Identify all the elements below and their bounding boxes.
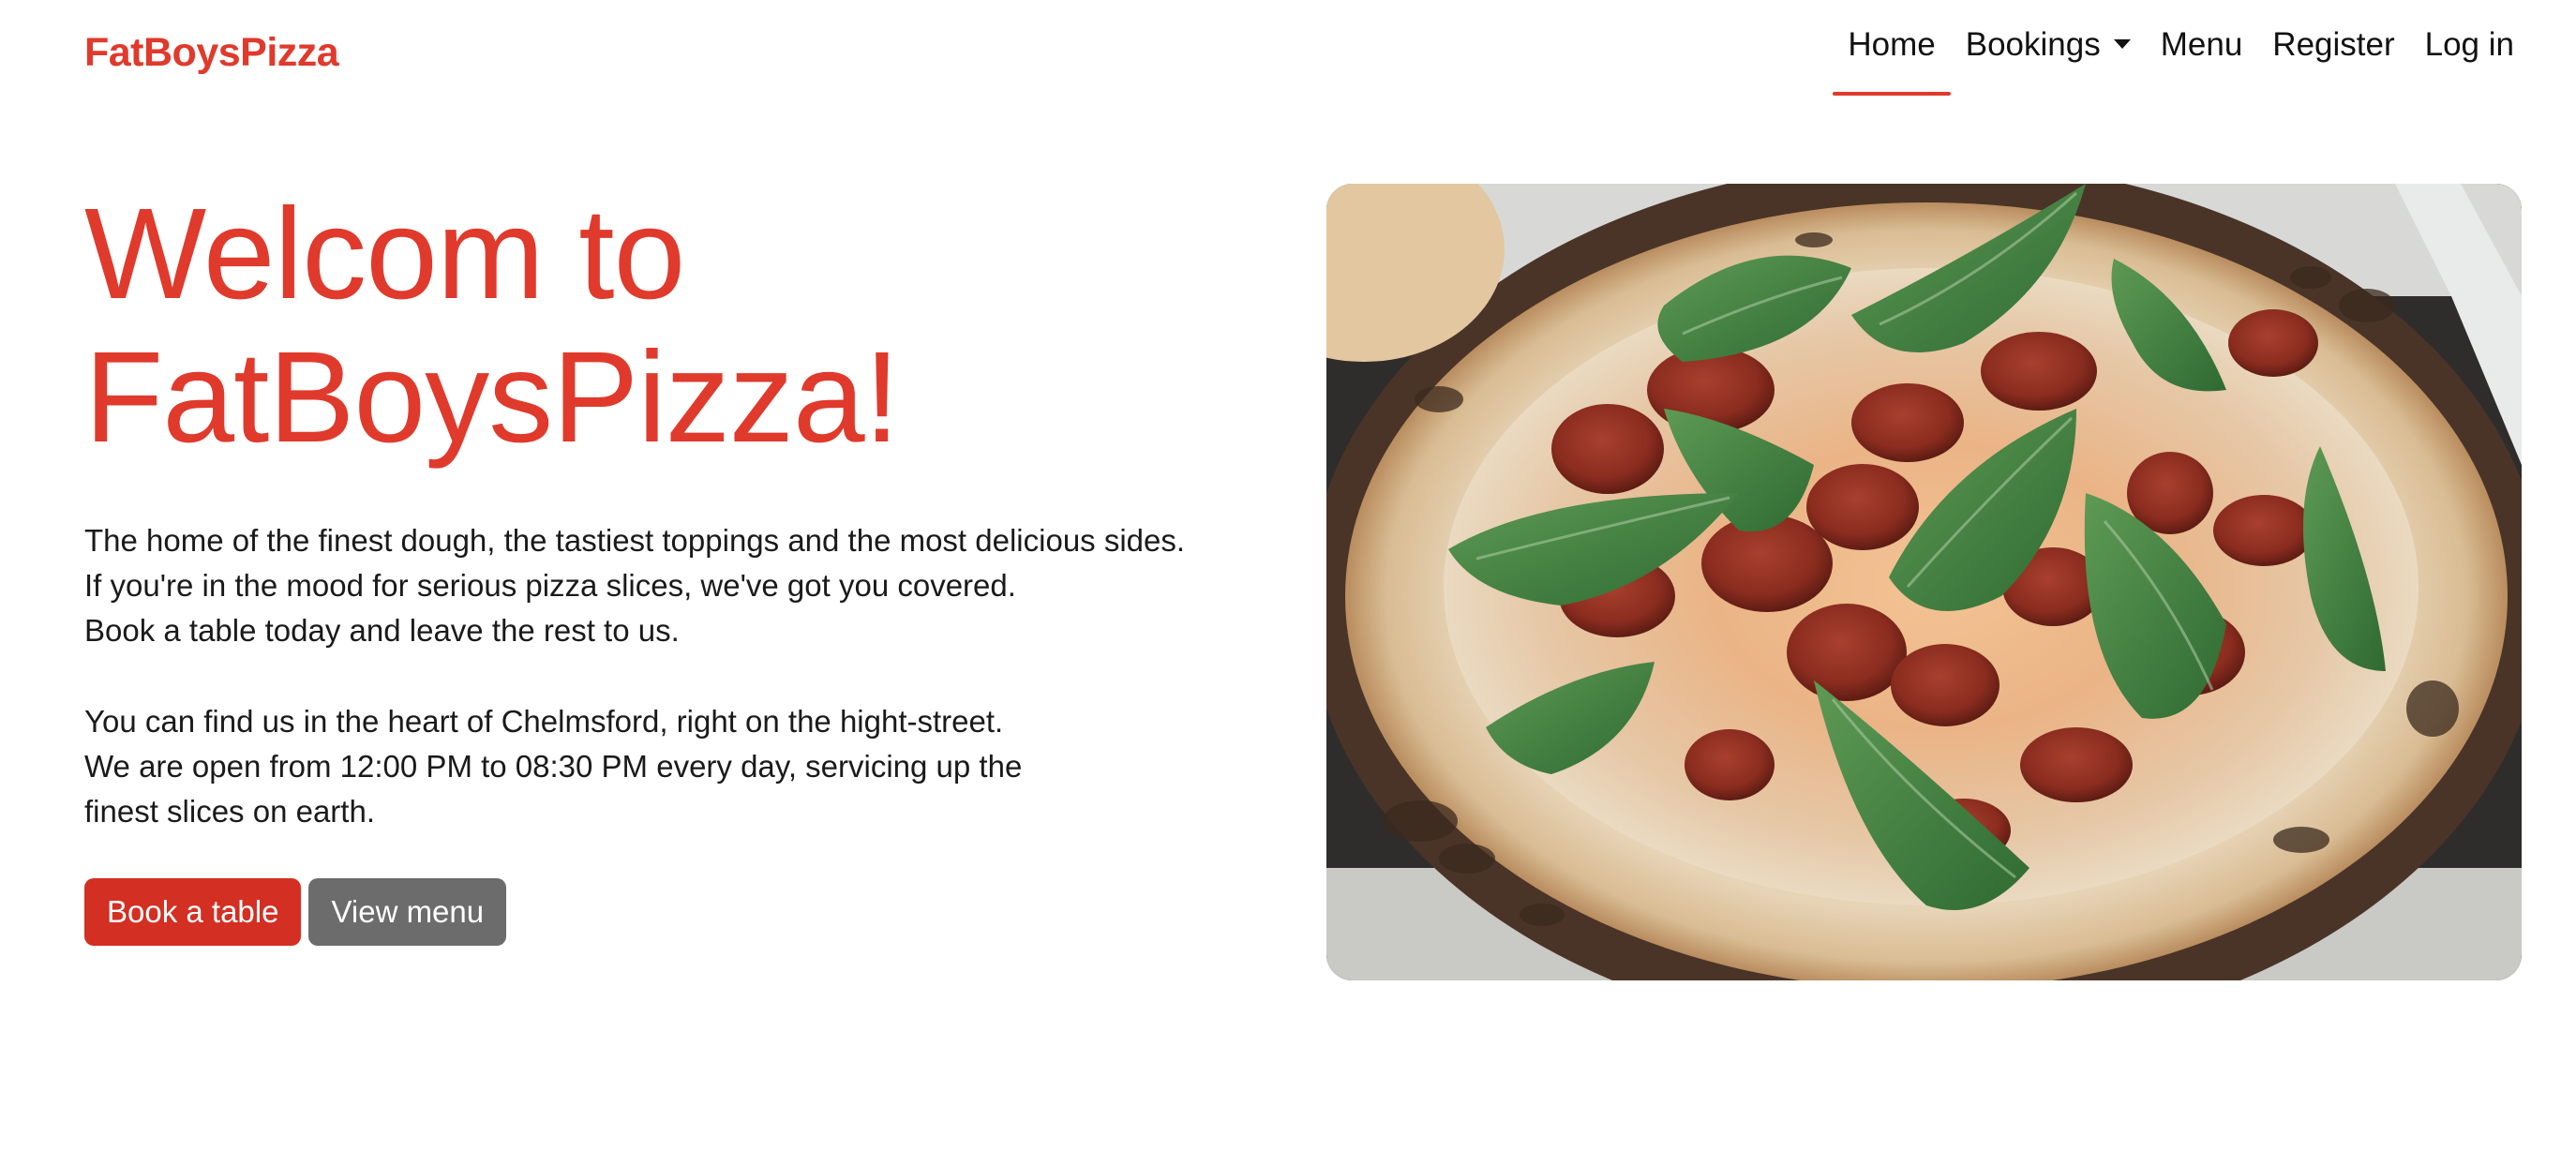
navbar: FatBoysPizza Home Bookings Menu Register… (0, 0, 2576, 112)
hero-title-line: FatBoysPizza! (84, 325, 900, 470)
nav-item-home[interactable]: Home (1833, 26, 1952, 96)
pizza-image (1326, 184, 2522, 980)
nav-item-login[interactable]: Log in (2410, 26, 2529, 96)
brand-logo-link[interactable]: FatBoysPizza (84, 30, 339, 76)
book-table-button[interactable]: Book a table (84, 878, 302, 946)
hero-title-line: Welcom to (84, 182, 685, 326)
location-paragraph: You can find us in the heart of Chelmsfo… (84, 699, 1303, 834)
location-line: finest slices on earth. (84, 794, 375, 829)
nav-item-bookings-label: Bookings (1965, 26, 2101, 63)
nav-item-register[interactable]: Register (2257, 26, 2409, 96)
location-line: You can find us in the heart of Chelmsfo… (84, 704, 1004, 739)
intro-line: Book a table today and leave the rest to… (84, 613, 680, 648)
intro-line: If you're in the mood for serious pizza … (84, 568, 1016, 603)
intro-line: The home of the finest dough, the tastie… (84, 523, 1186, 558)
hero-actions: Book a table View menu (84, 878, 507, 946)
view-menu-button[interactable]: View menu (308, 878, 507, 946)
nav-menu: Home Bookings Menu Register Log in (1833, 26, 2529, 96)
nav-item-bookings[interactable]: Bookings (1951, 26, 2146, 96)
intro-paragraph: The home of the finest dough, the tastie… (84, 518, 1303, 653)
hero-title: Welcom to FatBoysPizza! (84, 183, 1209, 470)
nav-item-menu[interactable]: Menu (2146, 26, 2258, 96)
caret-down-icon (2113, 38, 2131, 49)
location-line: We are open from 12:00 PM to 08:30 PM ev… (84, 749, 1023, 784)
